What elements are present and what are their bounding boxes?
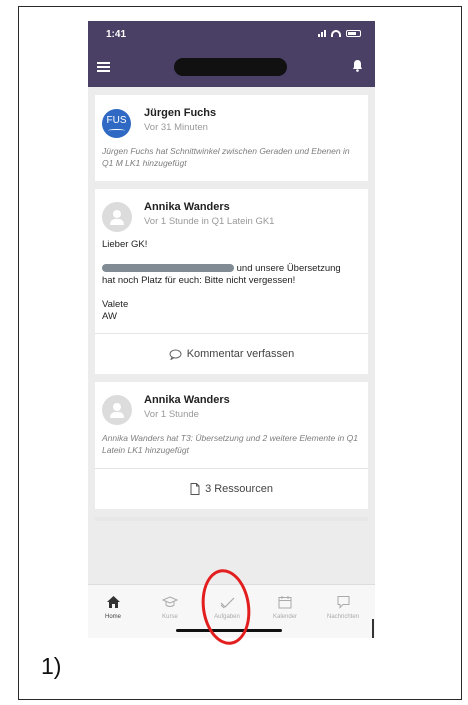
post-time: Vor 1 Stunde in Q1 Latein GK1 — [144, 216, 275, 227]
tab-kalender[interactable]: Kalender — [260, 592, 310, 620]
wave-icon — [108, 129, 125, 132]
post-line-1-text: und unsere Übersetzung — [236, 263, 341, 274]
status-time: 1:41 — [106, 29, 127, 40]
user-silhouette-icon — [113, 403, 121, 411]
tab-label: Kalender — [272, 614, 298, 620]
bell-icon[interactable] — [352, 59, 363, 72]
divider — [95, 517, 368, 521]
activity-feed: FUS Jürgen Fuchs Vor 31 Minuten Jürgen F… — [95, 95, 368, 521]
post-header: Annika Wanders Vor 1 Stunde in Q1 Latein… — [95, 189, 368, 239]
post-note: Annika Wanders hat T3: Übersetzung und 2… — [102, 433, 358, 455]
chat-icon — [337, 596, 349, 609]
redacted-text — [102, 264, 234, 273]
hamburger-menu-icon[interactable] — [97, 62, 110, 72]
post-author[interactable]: Annika Wanders — [144, 201, 230, 213]
graduation-cap-icon — [162, 596, 178, 607]
post-body: Lieber GK! und unsere Übersetzung hat no… — [95, 239, 368, 333]
tab-label: Home — [104, 614, 121, 620]
speech-bubble-icon — [169, 349, 182, 360]
tab-label: Nachrichten — [326, 614, 359, 620]
phone-screenshot: 1:41 FUS Jürgen Fuchs Vor 31 Minuten Jür… — [88, 21, 375, 638]
post-greeting: Lieber GK! — [102, 239, 148, 250]
feed-post[interactable]: FUS Jürgen Fuchs Vor 31 Minuten Jürgen F… — [95, 95, 368, 181]
redacted-title — [174, 58, 287, 76]
post-time: Vor 1 Stunde — [144, 409, 199, 420]
battery-icon — [346, 29, 361, 37]
calendar-icon — [278, 596, 292, 609]
wifi-icon — [331, 29, 341, 37]
scrollbar[interactable] — [372, 619, 374, 638]
post-line-1: und unsere Übersetzung — [102, 263, 361, 275]
avatar — [102, 395, 132, 425]
post-closing-2: AW — [102, 311, 117, 322]
avatar — [102, 202, 132, 232]
tab-home[interactable]: Home — [88, 592, 138, 620]
system-indicators — [318, 29, 361, 37]
post-header: FUS Jürgen Fuchs Vor 31 Minuten — [95, 95, 368, 145]
figure-caption: 1) — [41, 653, 62, 679]
tab-kurse[interactable]: Kurse — [145, 592, 195, 620]
feed-post[interactable]: Annika Wanders Vor 1 Stunde Annika Wande… — [95, 382, 368, 509]
post-line-2: hat noch Platz für euch: Bitte nicht ver… — [102, 275, 296, 286]
tab-label: Kurse — [162, 614, 178, 620]
post-time: Vor 31 Minuten — [144, 122, 208, 133]
status-bar: 1:41 — [88, 21, 375, 47]
comment-button-label: Kommentar verfassen — [186, 348, 295, 360]
user-silhouette-icon — [113, 210, 121, 218]
signal-icon — [318, 29, 326, 37]
comment-button[interactable]: Kommentar verfassen — [95, 333, 368, 374]
post-author[interactable]: Annika Wanders — [144, 394, 230, 406]
post-author[interactable]: Jürgen Fuchs — [144, 107, 216, 119]
post-note: Jürgen Fuchs hat Schnittwinkel zwischen … — [102, 146, 350, 168]
resources-button[interactable]: 3 Ressourcen — [95, 468, 368, 509]
post-header: Annika Wanders Vor 1 Stunde — [95, 382, 368, 432]
avatar-text: FUS — [106, 115, 127, 126]
top-navbar — [88, 47, 375, 87]
tab-nachrichten[interactable]: Nachrichten — [318, 592, 368, 620]
feed-post: Annika Wanders Vor 1 Stunde in Q1 Latein… — [95, 189, 368, 374]
post-closing-1: Valete — [102, 299, 129, 310]
avatar: FUS — [102, 109, 131, 138]
document-icon — [190, 483, 200, 495]
resources-button-label: 3 Ressourcen — [205, 483, 273, 495]
home-icon — [106, 596, 120, 608]
